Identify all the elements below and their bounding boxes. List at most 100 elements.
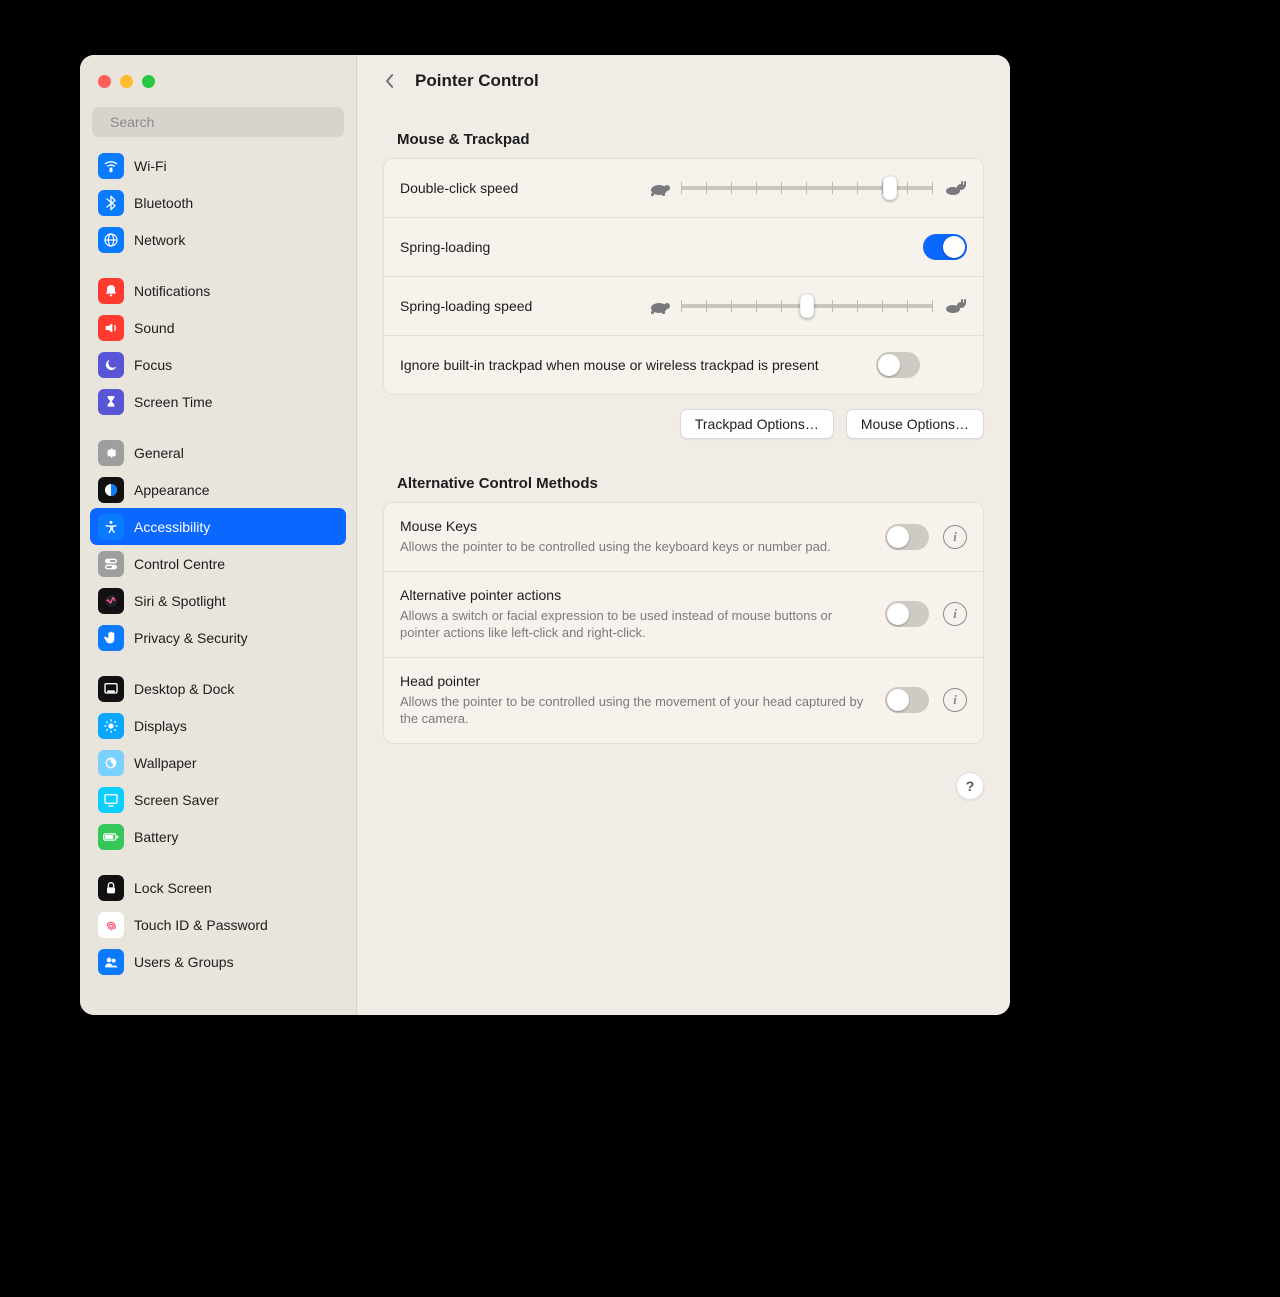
turtle-icon [647, 180, 671, 196]
globe-icon [98, 227, 124, 253]
sidebar-item-appearance[interactable]: Appearance [90, 471, 346, 508]
hand-icon [98, 625, 124, 651]
help-button[interactable]: ? [956, 772, 984, 800]
ignore-trackpad-toggle[interactable] [876, 352, 920, 378]
sidebar-item-siri-spotlight[interactable]: Siri & Spotlight [90, 582, 346, 619]
sidebar-item-touch-id-password[interactable]: Touch ID & Password [90, 906, 346, 943]
alt-method-label: Alternative pointer actions [400, 587, 869, 603]
sidebar-item-label: Displays [134, 718, 187, 734]
spring-loading-label: Spring-loading [400, 239, 907, 255]
sidebar-item-network[interactable]: Network [90, 221, 346, 258]
search-input[interactable] [108, 113, 335, 131]
sidebar-item-notifications[interactable]: Notifications [90, 272, 346, 309]
row-head-pointer: Head pointer Allows the pointer to be con… [384, 657, 983, 743]
section-alt-methods-title: Alternative Control Methods [397, 475, 984, 492]
panel-alt-methods: Mouse Keys Allows the pointer to be contr… [383, 502, 984, 744]
sidebar-item-displays[interactable]: Displays [90, 707, 346, 744]
display-icon [98, 713, 124, 739]
sidebar-item-sound[interactable]: Sound [90, 309, 346, 346]
alt-method-description: Allows the pointer to be controlled usin… [400, 693, 869, 728]
row-alternative-pointer-actions: Alternative pointer actions Allows a swit… [384, 571, 983, 657]
sidebar-item-label: Users & Groups [134, 954, 234, 970]
sidebar-item-label: Wallpaper [134, 755, 197, 771]
sidebar-item-lock-screen[interactable]: Lock Screen [90, 869, 346, 906]
settings-window: Wi-Fi Bluetooth Network Notifications Sound F… [80, 55, 1010, 1015]
a11y-icon [98, 514, 124, 540]
alt-method-label: Mouse Keys [400, 518, 869, 534]
sidebar-item-control-centre[interactable]: Control Centre [90, 545, 346, 582]
alt-method-label: Head pointer [400, 673, 869, 689]
alt-method-toggle[interactable] [885, 601, 929, 627]
appearance-icon [98, 477, 124, 503]
sidebar-item-label: Desktop & Dock [134, 681, 234, 697]
sidebar-item-label: Focus [134, 357, 172, 373]
info-icon[interactable]: i [943, 525, 967, 549]
row-ignore-trackpad: Ignore built-in trackpad when mouse or w… [384, 335, 983, 394]
sidebar-item-label: Network [134, 232, 185, 248]
alt-method-description: Allows a switch or facial expression to … [400, 607, 869, 642]
speaker-icon [98, 315, 124, 341]
sidebar-item-accessibility[interactable]: Accessibility [90, 508, 346, 545]
alt-method-toggle[interactable] [885, 524, 929, 550]
moon-icon [98, 352, 124, 378]
row-mouse-keys: Mouse Keys Allows the pointer to be contr… [384, 503, 983, 571]
double-click-speed-label: Double-click speed [400, 180, 631, 196]
battery-icon [98, 824, 124, 850]
alt-method-description: Allows the pointer to be controlled usin… [400, 538, 869, 556]
section-mouse-trackpad-title: Mouse & Trackpad [397, 131, 984, 148]
sidebar-item-screen-time[interactable]: Screen Time [90, 383, 346, 420]
sidebar-item-label: Sound [134, 320, 174, 336]
sidebar-item-label: Notifications [134, 283, 210, 299]
row-spring-loading-speed: Spring-loading speed [384, 276, 983, 335]
sidebar-list[interactable]: Wi-Fi Bluetooth Network Notifications Sound F… [80, 147, 356, 1015]
rabbit-icon [943, 180, 967, 196]
sidebar-item-desktop-dock[interactable]: Desktop & Dock [90, 670, 346, 707]
bell-icon [98, 278, 124, 304]
mouse-options-button[interactable]: Mouse Options… [846, 409, 984, 439]
spring-loading-toggle[interactable] [923, 234, 967, 260]
page-title: Pointer Control [415, 71, 539, 91]
info-icon[interactable]: i [943, 602, 967, 626]
row-double-click-speed: Double-click speed [384, 159, 983, 217]
window-minimize-button[interactable] [120, 75, 133, 88]
wifi-icon [98, 153, 124, 179]
row-spring-loading: Spring-loading [384, 217, 983, 276]
alt-method-toggle[interactable] [885, 687, 929, 713]
trackpad-options-button[interactable]: Trackpad Options… [680, 409, 834, 439]
controlcentre-icon [98, 551, 124, 577]
sidebar-item-label: Touch ID & Password [134, 917, 268, 933]
sidebar-item-focus[interactable]: Focus [90, 346, 346, 383]
sidebar-item-wi-fi[interactable]: Wi-Fi [90, 147, 346, 184]
siri-icon [98, 588, 124, 614]
sidebar-item-label: Privacy & Security [134, 630, 248, 646]
sidebar-item-label: Screen Saver [134, 792, 219, 808]
spring-loading-speed-label: Spring-loading speed [400, 298, 631, 314]
ignore-trackpad-label: Ignore built-in trackpad when mouse or w… [400, 357, 860, 373]
spring-loading-speed-slider[interactable] [647, 298, 967, 314]
window-zoom-button[interactable] [142, 75, 155, 88]
window-close-button[interactable] [98, 75, 111, 88]
dock-icon [98, 676, 124, 702]
sidebar-item-label: Appearance [134, 482, 210, 498]
sidebar: Wi-Fi Bluetooth Network Notifications Sound F… [80, 55, 357, 1015]
sidebar-item-bluetooth[interactable]: Bluetooth [90, 184, 346, 221]
info-icon[interactable]: i [943, 688, 967, 712]
double-click-speed-slider[interactable] [647, 180, 967, 196]
search-field[interactable] [92, 107, 344, 137]
sidebar-item-label: Battery [134, 829, 178, 845]
back-button[interactable] [379, 70, 401, 92]
rabbit-icon [943, 298, 967, 314]
sidebar-item-privacy-security[interactable]: Privacy & Security [90, 619, 346, 656]
sidebar-item-label: Bluetooth [134, 195, 193, 211]
sidebar-item-general[interactable]: General [90, 434, 346, 471]
bluetooth-icon [98, 190, 124, 216]
users-icon [98, 949, 124, 975]
sidebar-item-screen-saver[interactable]: Screen Saver [90, 781, 346, 818]
sidebar-item-label: Wi-Fi [134, 158, 167, 174]
sidebar-item-users-groups[interactable]: Users & Groups [90, 943, 346, 980]
sidebar-item-label: Screen Time [134, 394, 213, 410]
panel-mouse-trackpad: Double-click speed [383, 158, 984, 395]
sidebar-item-wallpaper[interactable]: Wallpaper [90, 744, 346, 781]
sidebar-item-battery[interactable]: Battery [90, 818, 346, 855]
main-panel: Pointer Control Mouse & Trackpad Double-… [357, 55, 1010, 1015]
